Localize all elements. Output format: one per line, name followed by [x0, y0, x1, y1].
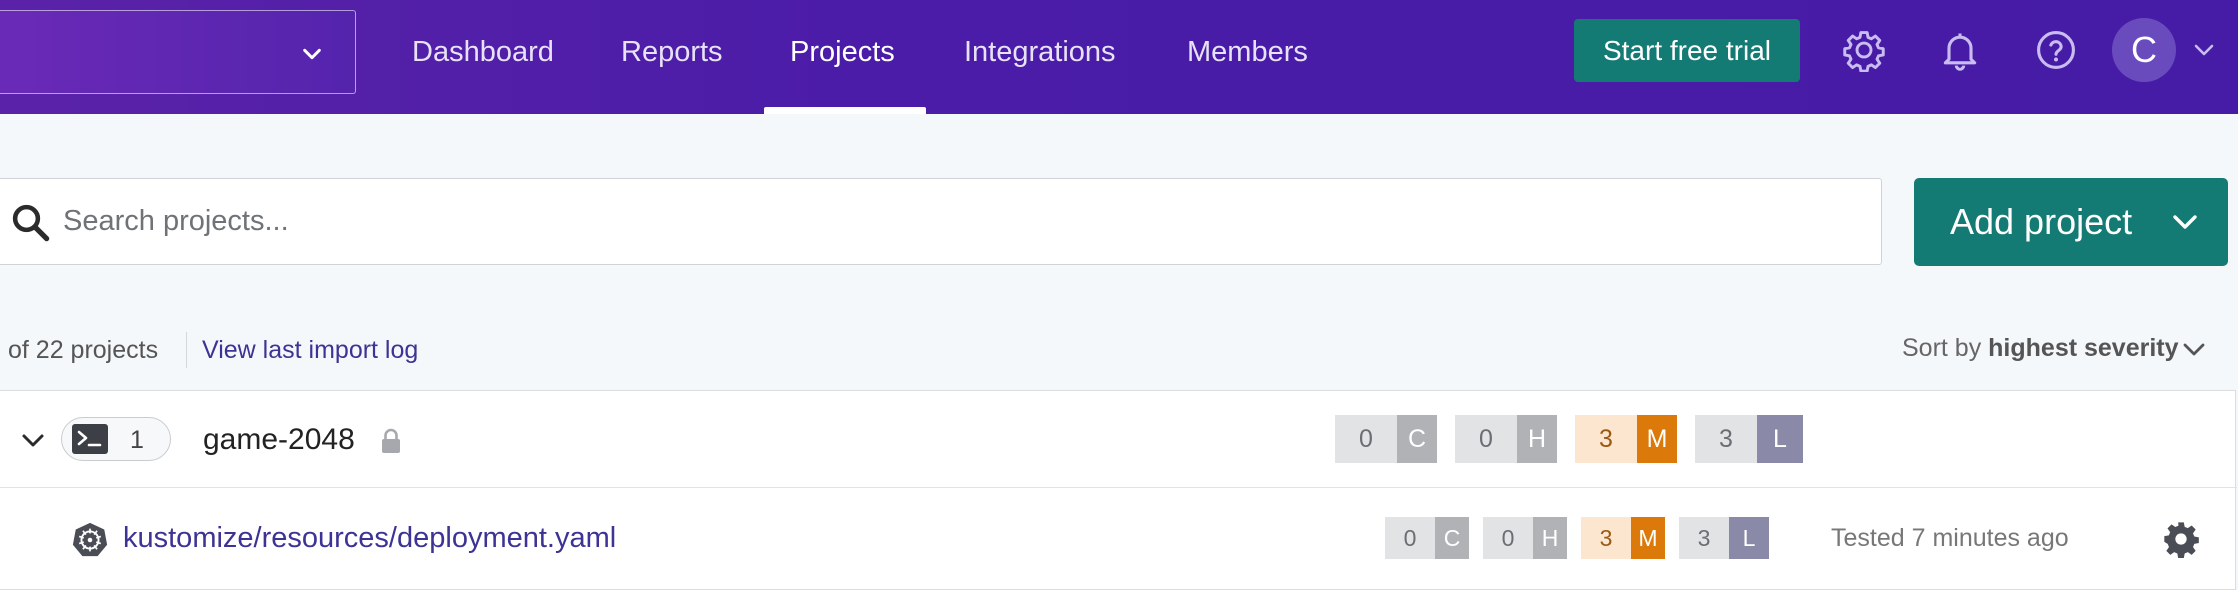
project-severity-summary: 0 C 0 H 3 M 3 L [1335, 415, 1803, 463]
target-severity-summary: 0 C 0 H 3 M 3 L [1385, 517, 1769, 559]
view-import-log-link[interactable]: View last import log [202, 334, 418, 366]
nav-members[interactable]: Members [1187, 32, 1308, 72]
terminal-icon [72, 424, 108, 454]
chevron-down-icon[interactable] [2172, 211, 2198, 233]
medium-label: M [1637, 415, 1677, 463]
medium-label: M [1631, 517, 1665, 559]
active-tab-indicator [764, 107, 926, 114]
source-count: 1 [130, 426, 144, 454]
settings-gear-icon[interactable] [1842, 28, 1886, 72]
project-search-box[interactable] [0, 178, 1882, 265]
help-question-icon[interactable] [2034, 28, 2078, 72]
project-count-text: of 22 projects [8, 336, 159, 364]
nav-dashboard[interactable]: Dashboard [412, 32, 554, 72]
low-count: 3 [1695, 415, 1757, 463]
last-tested-text: Tested 7 minutes ago [1831, 524, 2069, 552]
chevron-down-icon [303, 48, 321, 60]
high-count: 0 [1455, 415, 1517, 463]
cli-source-badge: 1 [61, 417, 171, 461]
row-divider [0, 487, 2237, 488]
low-label: L [1729, 517, 1769, 559]
critical-count: 0 [1335, 415, 1397, 463]
sort-value: highest severity [1988, 334, 2179, 362]
divider [186, 332, 187, 368]
add-project-button[interactable]: Add project [1914, 178, 2228, 266]
lock-icon [382, 428, 400, 453]
medium-count: 3 [1575, 415, 1637, 463]
nav-integrations[interactable]: Integrations [964, 32, 1116, 72]
critical-label: C [1435, 517, 1469, 559]
critical-label: C [1397, 415, 1437, 463]
top-navbar: Dashboard Reports Projects Integrations … [0, 0, 2238, 114]
high-count: 0 [1483, 517, 1533, 559]
medium-count: 3 [1581, 517, 1631, 559]
sort-dropdown[interactable]: Sort by highest severity [1902, 332, 2179, 364]
project-name[interactable]: game-2048 [203, 421, 355, 459]
low-label: L [1757, 415, 1803, 463]
project-group: 1 game-2048 0 C 0 H 3 M 3 L kustomize/re… [0, 390, 2237, 590]
nav-projects[interactable]: Projects [790, 32, 895, 72]
nav-reports[interactable]: Reports [621, 32, 723, 72]
high-label: H [1517, 415, 1557, 463]
settings-gear-icon[interactable] [2161, 519, 2201, 559]
chevron-down-icon[interactable] [2182, 340, 2206, 360]
critical-count: 0 [1385, 517, 1435, 559]
org-selector-dropdown[interactable] [0, 10, 356, 94]
chevron-down-icon[interactable] [21, 431, 45, 451]
low-count: 3 [1679, 517, 1729, 559]
high-label: H [1533, 517, 1567, 559]
target-file-link[interactable]: kustomize/resources/deployment.yaml [123, 519, 616, 557]
kubernetes-icon [72, 522, 108, 557]
search-icon [12, 204, 50, 242]
user-avatar[interactable]: C [2112, 18, 2176, 82]
chevron-down-icon[interactable] [2192, 38, 2216, 62]
search-input[interactable] [63, 179, 1843, 264]
sort-prefix: Sort by [1902, 334, 1982, 362]
add-project-label: Add project [1950, 201, 2133, 242]
start-free-trial-button[interactable]: Start free trial [1574, 19, 1800, 82]
notification-bell-icon[interactable] [1938, 28, 1982, 72]
